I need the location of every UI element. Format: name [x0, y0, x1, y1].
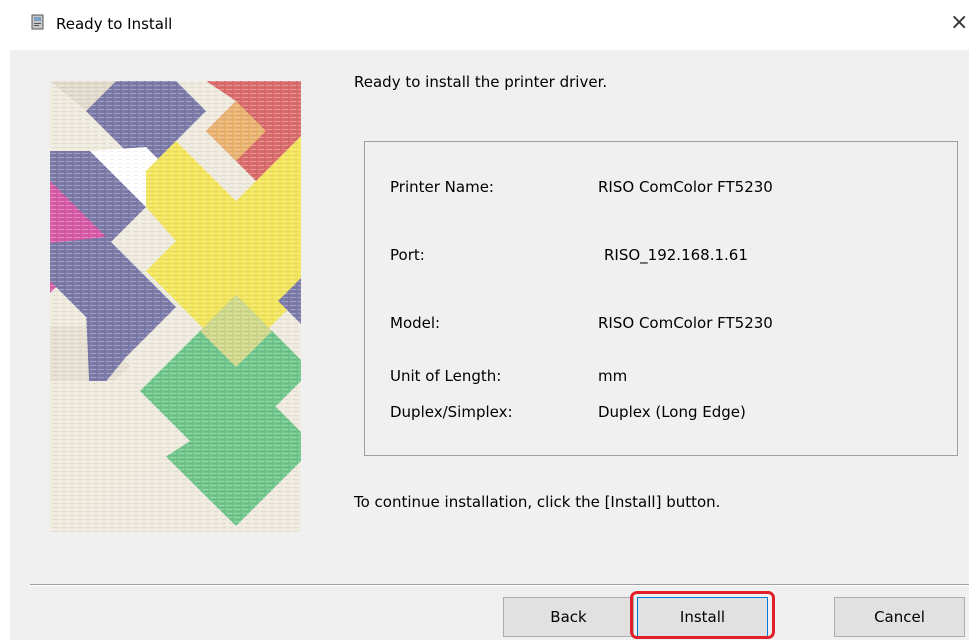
duplex-simplex-value: Duplex (Long Edge): [598, 403, 746, 421]
model-value: RISO ComColor FT5230: [598, 314, 773, 332]
install-heading: Ready to install the printer driver.: [354, 73, 608, 91]
duplex-simplex-label: Duplex/Simplex:: [390, 403, 513, 421]
title-bar: Ready to Install ×: [0, 0, 969, 50]
cancel-button[interactable]: Cancel: [834, 597, 965, 637]
close-icon[interactable]: ×: [950, 11, 969, 35]
unit-of-length-value: mm: [598, 367, 628, 385]
port-label: Port:: [390, 246, 425, 264]
install-button[interactable]: Install: [637, 597, 768, 637]
button-separator: [30, 584, 969, 586]
install-instruction: To continue installation, click the [Ins…: [354, 493, 721, 511]
port-value: RISO_192.168.1.61: [604, 246, 748, 264]
model-label: Model:: [390, 314, 441, 332]
back-button[interactable]: Back: [503, 597, 634, 637]
installer-icon: [31, 14, 44, 30]
window-title: Ready to Install: [56, 15, 173, 33]
decorative-artwork: [50, 81, 301, 532]
unit-of-length-label: Unit of Length:: [390, 367, 502, 385]
printer-name-value: RISO ComColor FT5230: [598, 178, 773, 196]
printer-name-label: Printer Name:: [390, 178, 494, 196]
